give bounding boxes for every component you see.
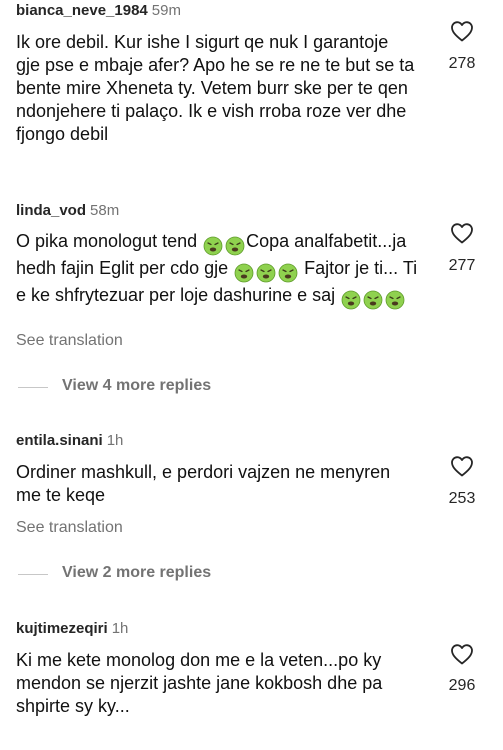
comment-text: Ik ore debil. Kur ishe I sigurt qe nuk I… [16,32,415,144]
nauseated-face-emoji [363,290,383,310]
username[interactable]: entila.sinani [16,432,103,449]
view-replies-label[interactable]: View 4 more replies [62,377,211,395]
replies-line [18,387,48,388]
nauseated-face-emoji [278,263,298,283]
view-replies-label[interactable]: View 2 more replies [62,564,211,582]
see-translation-link[interactable]: See translation [16,332,123,350]
comment-meta: linda_vod 58m [16,202,119,219]
nauseated-face-emoji [256,263,276,283]
timestamp: 1h [106,432,124,449]
comment-text: Ordiner mashkull, e perdori vajzen ne me… [16,462,391,505]
comment-text-part: O pika monologut tend [16,231,203,251]
emoji-group [340,288,406,311]
nauseated-face-emoji [385,290,405,310]
comment-text: O pika monologut tend Copa analfabetit..… [16,230,421,311]
emoji-group [233,261,299,284]
like-count: 278 [448,55,476,72]
comment-meta: bianca_neve_1984 59m [16,2,181,19]
comment-text: Ki me kete monolog don me e la veten...p… [16,650,383,716]
see-translation-link[interactable]: See translation [16,519,123,537]
timestamp: 1h [111,620,129,637]
nauseated-face-emoji [341,290,361,310]
timestamp: 58m [90,202,120,219]
heart-icon[interactable] [450,20,474,42]
username[interactable]: bianca_neve_1984 [16,2,148,19]
like-count: 253 [448,490,476,507]
nauseated-face-emoji [234,263,254,283]
nauseated-face-emoji [203,236,223,256]
heart-icon[interactable] [450,643,474,665]
heart-icon[interactable] [450,455,474,477]
username[interactable]: linda_vod [16,202,86,219]
emoji-group [202,234,246,257]
nauseated-face-emoji [225,236,245,256]
comment-meta: entila.sinani 1h [16,432,123,449]
like-count: 277 [448,257,476,274]
timestamp: 59m [151,2,181,19]
replies-line [18,574,48,575]
comment-meta: kujtimezeqiri 1h [16,620,128,637]
username[interactable]: kujtimezeqiri [16,620,108,637]
like-count: 296 [448,677,476,694]
heart-icon[interactable] [450,222,474,244]
